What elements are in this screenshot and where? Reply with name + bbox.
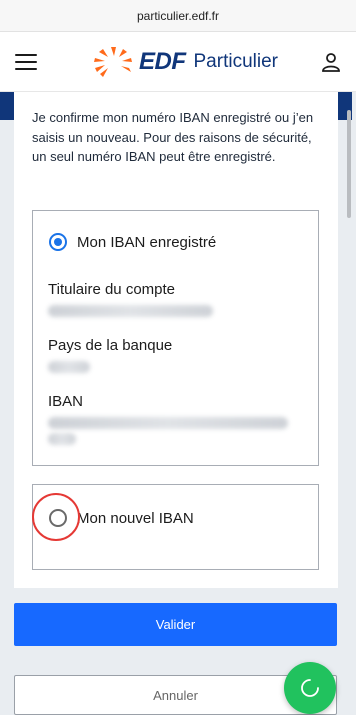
account-holder-value-redacted [48, 305, 213, 317]
page-scrollbar[interactable] [347, 110, 351, 218]
iban-value-redacted [48, 417, 288, 429]
bank-country-label: Pays de la banque [48, 337, 173, 354]
new-iban-option[interactable]: Mon nouvel IBAN [32, 484, 319, 570]
validate-button[interactable]: Valider [14, 603, 337, 646]
site-header: EDF Particulier [0, 32, 356, 92]
new-iban-radio-row[interactable]: Mon nouvel IBAN [49, 509, 194, 527]
logo-particulier-text: Particulier [193, 50, 278, 72]
browser-url-bar[interactable]: particulier.edf.fr [0, 0, 356, 32]
new-iban-radio[interactable] [49, 509, 67, 527]
user-account-icon[interactable] [320, 51, 342, 73]
loading-spinner-icon [301, 679, 319, 697]
bank-country-value-redacted [48, 361, 90, 373]
menu-icon[interactable] [15, 53, 37, 70]
new-iban-label: Mon nouvel IBAN [77, 509, 194, 527]
intro-text: Je confirme mon numéro IBAN enregistré o… [32, 110, 314, 164]
account-holder-label: Titulaire du compte [48, 281, 176, 298]
logo-edf-text: EDF [139, 47, 186, 75]
edf-sun-icon [94, 46, 132, 77]
iban-value-redacted-line2 [48, 433, 76, 445]
registered-iban-radio[interactable] [49, 233, 67, 251]
url-text: particulier.edf.fr [136, 8, 220, 23]
registered-iban-option[interactable]: Mon IBAN enregistré Titulaire du compte … [32, 210, 319, 466]
chat-assistant-button[interactable] [284, 662, 336, 714]
decorative-stripe-left [0, 92, 14, 120]
iban-label: IBAN [48, 393, 84, 410]
registered-iban-radio-row[interactable]: Mon IBAN enregistré [49, 233, 216, 251]
registered-iban-label: Mon IBAN enregistré [77, 233, 217, 251]
edf-logo[interactable]: EDF Particulier [93, 45, 278, 79]
